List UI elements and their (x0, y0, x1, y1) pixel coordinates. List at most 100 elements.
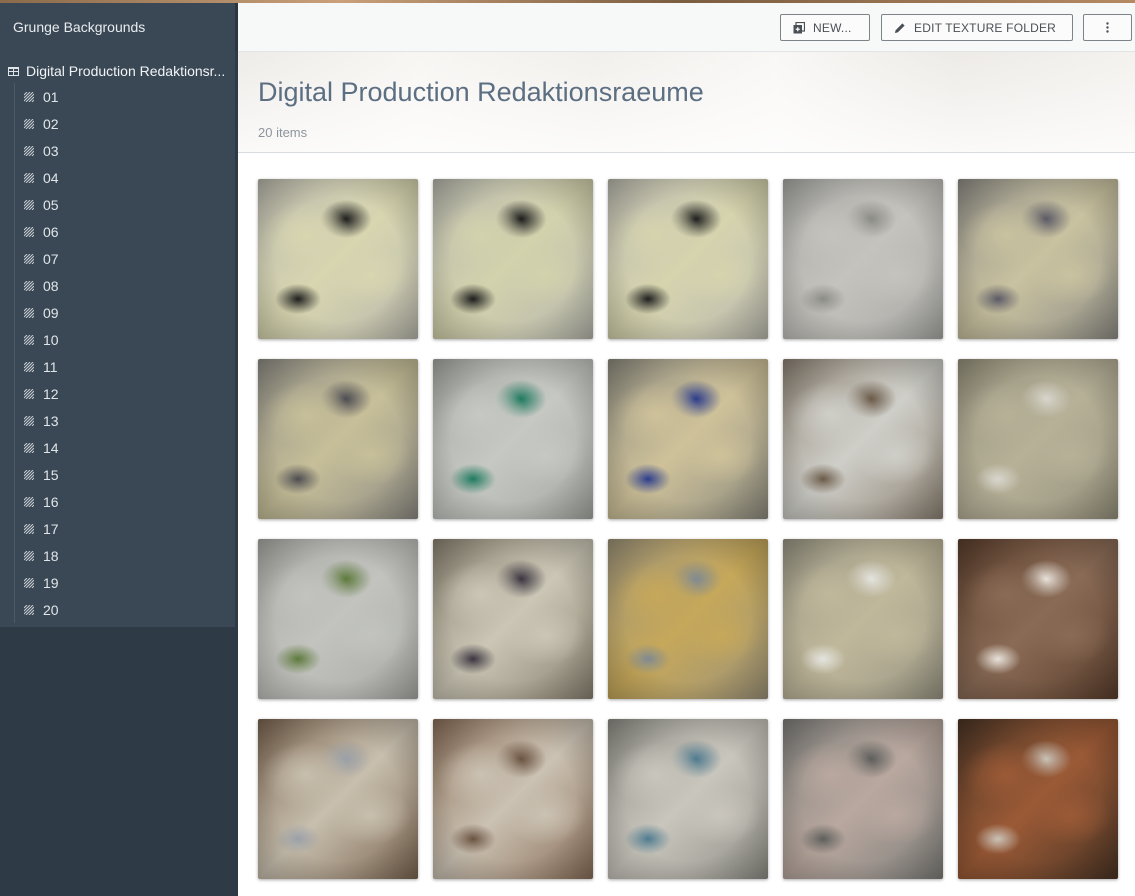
texture-hatch-icon (24, 388, 34, 399)
sidebar-title[interactable]: Grunge Backgrounds (0, 3, 238, 51)
tree-item-label: 02 (43, 115, 59, 132)
tree-item[interactable]: 12 (15, 380, 235, 407)
folder-header: Digital Production Redaktionsraeume 20 i… (238, 52, 1135, 153)
page-title: Digital Production Redaktionsraeume (258, 77, 704, 107)
tree-item-label: 01 (43, 88, 59, 105)
item-count: 20 items (258, 125, 308, 140)
texture-hatch-icon (24, 334, 34, 345)
texture-hatch-icon (24, 172, 34, 183)
texture-hatch-icon (24, 442, 34, 453)
texture-hatch-icon (24, 496, 34, 507)
tree-item[interactable]: 01 (15, 83, 235, 110)
texture-thumbnail[interactable] (433, 719, 593, 879)
tree-item[interactable]: 07 (15, 245, 235, 272)
tree-item[interactable]: 05 (15, 191, 235, 218)
texture-thumbnail[interactable] (258, 539, 418, 699)
texture-hatch-icon (24, 604, 34, 615)
texture-thumbnail[interactable] (958, 179, 1118, 339)
add-layer-icon (793, 21, 805, 33)
tree-item[interactable]: 20 (15, 596, 235, 623)
texture-thumbnail[interactable] (783, 719, 943, 879)
edit-texture-folder-button[interactable]: EDIT TEXTURE FOLDER (881, 14, 1073, 41)
texture-hatch-icon (24, 280, 34, 291)
tree-item[interactable]: 15 (15, 461, 235, 488)
folder-grid-icon (8, 66, 19, 76)
folder-tree: Digital Production Redaktionsr... 01 02 03… (0, 51, 235, 627)
tree-item[interactable]: 18 (15, 542, 235, 569)
tree-item-label: 11 (43, 358, 58, 375)
tree-item-label: 09 (43, 304, 59, 321)
more-vertical-icon (1106, 22, 1109, 33)
texture-hatch-icon (24, 253, 34, 264)
texture-hatch-icon (24, 91, 34, 102)
texture-thumbnail[interactable] (433, 359, 593, 519)
texture-hatch-icon (24, 226, 34, 237)
tree-item-label: 13 (43, 412, 59, 429)
tree-item[interactable]: 04 (15, 164, 235, 191)
texture-thumbnail[interactable] (433, 539, 593, 699)
main-panel: NEW... EDIT TEXTURE FOLDER Digital Produ… (238, 3, 1135, 896)
tree-item-label: 12 (43, 385, 59, 402)
tree-item-label: 16 (43, 493, 59, 510)
tree-item-label: 19 (43, 574, 59, 591)
tree-item-label: 06 (43, 223, 59, 240)
tree-item-label: 15 (43, 466, 59, 483)
texture-hatch-icon (24, 469, 34, 480)
tree-item[interactable]: 19 (15, 569, 235, 596)
new-button-label: NEW... (813, 20, 852, 35)
tree-item[interactable]: 13 (15, 407, 235, 434)
tree-item[interactable]: 10 (15, 326, 235, 353)
tree-item-label: 08 (43, 277, 59, 294)
pencil-icon (895, 22, 905, 33)
texture-thumbnail[interactable] (608, 719, 768, 879)
texture-grid (238, 153, 1135, 879)
texture-thumbnail[interactable] (608, 179, 768, 339)
tree-item-label: 10 (43, 331, 59, 348)
sidebar: Grunge Backgrounds Digital Production Re… (0, 3, 238, 896)
texture-hatch-icon (24, 415, 34, 426)
tree-item[interactable]: 17 (15, 515, 235, 542)
tree-item[interactable]: 03 (15, 137, 235, 164)
texture-thumbnail[interactable] (958, 719, 1118, 879)
texture-hatch-icon (24, 550, 34, 561)
tree-item[interactable]: 08 (15, 272, 235, 299)
texture-thumbnail[interactable] (958, 539, 1118, 699)
tree-root-folder[interactable]: Digital Production Redaktionsr... (0, 59, 235, 83)
more-options-button[interactable] (1083, 14, 1132, 41)
texture-hatch-icon (24, 199, 34, 210)
texture-hatch-icon (24, 523, 34, 534)
texture-thumbnail[interactable] (958, 359, 1118, 519)
tree-item-label: 04 (43, 169, 59, 186)
toolbar: NEW... EDIT TEXTURE FOLDER (238, 3, 1135, 52)
texture-thumbnail[interactable] (783, 359, 943, 519)
tree-item[interactable]: 06 (15, 218, 235, 245)
texture-hatch-icon (24, 145, 34, 156)
tree-item-label: 03 (43, 142, 59, 159)
tree-children: 01 02 03 04 05 06 07 08 09 10 11 12 13 14 15 16 17 18 19 20 (14, 83, 235, 623)
tree-item[interactable]: 11 (15, 353, 235, 380)
texture-thumbnail[interactable] (608, 359, 768, 519)
app-window: Grunge Backgrounds Digital Production Re… (0, 0, 1135, 896)
tree-root-label: Digital Production Redaktionsr... (26, 63, 226, 79)
texture-hatch-icon (24, 361, 34, 372)
tree-item-label: 07 (43, 250, 59, 267)
tree-item-label: 20 (43, 601, 59, 618)
tree-item[interactable]: 14 (15, 434, 235, 461)
tree-item[interactable]: 02 (15, 110, 235, 137)
tree-item[interactable]: 16 (15, 488, 235, 515)
tree-item-label: 18 (43, 547, 59, 564)
texture-hatch-icon (24, 307, 34, 318)
texture-thumbnail[interactable] (258, 359, 418, 519)
tree-item-label: 14 (43, 439, 59, 456)
texture-thumbnail[interactable] (783, 539, 943, 699)
texture-thumbnail[interactable] (783, 179, 943, 339)
tree-item[interactable]: 09 (15, 299, 235, 326)
new-button[interactable]: NEW... (780, 14, 870, 41)
texture-hatch-icon (24, 118, 34, 129)
tree-item-label: 17 (43, 520, 59, 537)
texture-thumbnail[interactable] (258, 179, 418, 339)
texture-thumbnail[interactable] (258, 719, 418, 879)
texture-thumbnail[interactable] (433, 179, 593, 339)
texture-thumbnail[interactable] (608, 539, 768, 699)
texture-hatch-icon (24, 577, 34, 588)
